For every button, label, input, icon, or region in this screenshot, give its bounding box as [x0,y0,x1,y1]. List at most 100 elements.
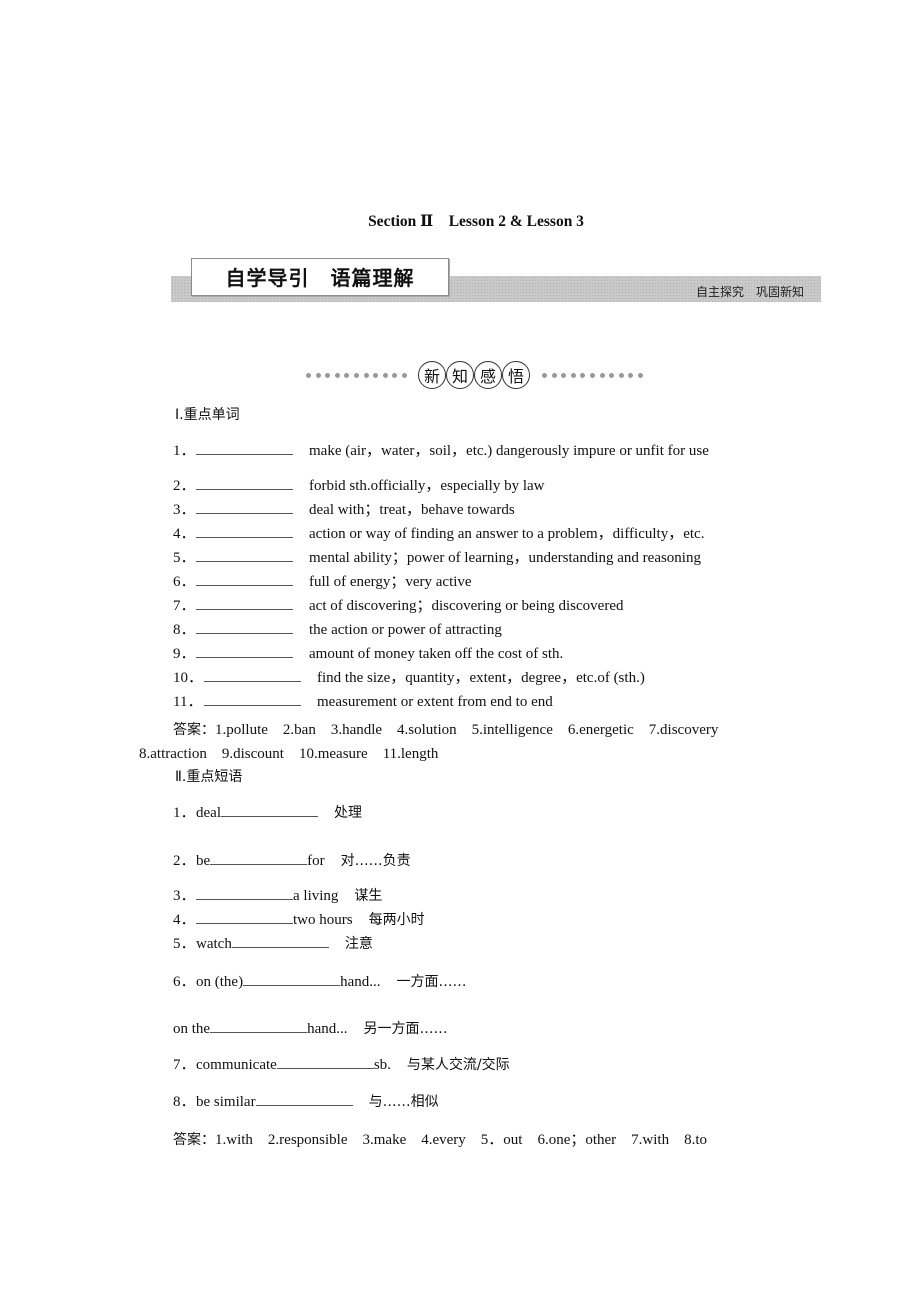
phrase-before: be similar [196,1094,256,1110]
answer-blank[interactable] [204,667,301,682]
item-number: 5． [173,550,196,566]
item-number: 5． [173,936,196,952]
answer-blank[interactable] [196,440,293,455]
item-number: 8． [173,622,196,638]
item-number: 7． [173,598,196,614]
item-number: 3． [173,502,196,518]
answer-text: 1.pollute 2.ban 3.handle 4.solution 5.in… [215,722,719,738]
answer-blank[interactable] [255,1091,353,1106]
phrase-meaning: 对……负责 [340,853,411,869]
phrase-meaning: 谋生 [354,888,383,904]
item-number: 10． [173,670,204,686]
item-number: 11． [173,694,203,710]
item-number: 1． [173,805,196,821]
item-number: 9． [173,646,196,662]
phrase-after: for [307,853,325,869]
item-number: 4． [173,526,196,542]
word-item: 1． make (air，water，soil，etc.) dangerously… [173,439,709,460]
word-definition: amount of money taken off the cost of st… [309,646,564,662]
phrase-before: on (the) [196,974,244,990]
item-number: 3． [173,888,196,904]
phrase-before: on the [173,1021,211,1037]
phrase-meaning: 与……相似 [368,1094,439,1110]
word-definition: act of discovering；discovering or being … [309,598,624,614]
badge-char: 悟 [502,361,530,389]
word-item: 5． mental ability；power of learning，under… [173,546,701,567]
word-definition: forbid sth.officially，especially by law [309,478,545,494]
item-number: 2． [173,853,196,869]
phrase-item: 3． a living 谋生 [173,884,382,905]
answer-blank[interactable] [210,1018,308,1033]
item-number: 8． [173,1094,196,1110]
phrase-item: 5．watch 注意 [173,932,373,953]
item-number: 1． [173,443,196,459]
answer-blank[interactable] [243,971,341,986]
answer-blank[interactable] [196,475,293,490]
phrase-after: hand... [307,1021,348,1037]
badge-char: 知 [446,361,474,389]
word-definition: make (air，water，soil，etc.) dangerously i… [309,443,709,459]
answer-blank[interactable] [276,1054,374,1069]
phrase-after: a living [293,888,339,904]
banner-title: 自学导引 语篇理解 [225,266,415,290]
word-definition: action or way of finding an answer to a … [309,526,705,542]
phrase-item: 7．communicate sb. 与某人交流/交际 [173,1053,510,1074]
answer-blank[interactable] [196,643,293,658]
section-heading-words: Ⅰ.重点单词 [175,407,240,423]
phrase-item: 4． two hours 每两小时 [173,908,425,929]
answer-blank[interactable] [196,619,293,634]
answer-blank[interactable] [204,691,301,706]
dotted-divider-left [306,373,412,379]
section-badge: 新 知 感 悟 [418,361,530,389]
phrase-meaning: 每两小时 [368,912,425,928]
answer-blank[interactable] [196,499,293,514]
phrase-before: be [196,853,211,869]
answer-phrases: 答案：1.with 2.responsible 3.make 4.every 5… [173,1128,707,1149]
word-item: 4． action or way of finding an answer to … [173,522,704,543]
answer-words-line2: 8.attraction 9.discount 10.measure 11.le… [139,746,439,762]
badge-char: 新 [418,361,446,389]
badge-char: 感 [474,361,502,389]
answer-blank[interactable] [210,850,308,865]
answer-blank[interactable] [196,547,293,562]
answer-label: 答案： [173,722,215,738]
page-title: Section Ⅱ Lesson 2 & Lesson 3 [368,213,584,230]
answer-blank[interactable] [220,802,318,817]
phrase-item: 6．on (the) hand... 一方面…… [173,970,467,991]
answer-blank[interactable] [196,571,293,586]
answer-text: 1.with 2.responsible 3.make 4.every 5．ou… [215,1132,708,1148]
item-number: 6． [173,574,196,590]
phrase-before: deal [196,805,221,821]
phrase-meaning: 另一方面…… [363,1021,448,1037]
word-definition: measurement or extent from end to end [317,694,553,710]
phrase-item: 1．deal 处理 [173,801,362,822]
item-number: 7． [173,1057,196,1073]
answer-blank[interactable] [196,909,293,924]
dotted-divider-right [542,373,648,379]
phrase-before: communicate [196,1057,277,1073]
answer-blank[interactable] [196,595,293,610]
phrase-item: on the hand... 另一方面…… [173,1018,448,1038]
word-item: 6． full of energy；very active [173,570,472,591]
phrase-item: 2．be for 对……负责 [173,849,411,870]
answer-label: 答案： [173,1132,215,1148]
phrase-item: 8．be similar 与……相似 [173,1090,439,1111]
word-item: 9． amount of money taken off the cost of … [173,642,563,663]
phrase-meaning: 与某人交流/交际 [406,1057,510,1073]
word-definition: the action or power of attracting [309,622,502,638]
answer-blank[interactable] [231,933,329,948]
word-item: 7． act of discovering；discovering or bein… [173,594,624,615]
banner-subtitle: 自主探究 巩固新知 [696,285,805,299]
word-item: 10． find the size，quantity，extent，degree，… [173,666,645,687]
answer-blank[interactable] [196,523,293,538]
word-item: 3． deal with；treat，behave towards [173,498,515,519]
answer-words-line1: 答案：1.pollute 2.ban 3.handle 4.solution 5… [173,718,718,739]
phrase-after: hand... [340,974,381,990]
answer-blank[interactable] [196,885,293,900]
item-number: 6． [173,974,196,990]
item-number: 2． [173,478,196,494]
phrase-meaning: 处理 [333,805,362,821]
item-number: 4． [173,912,196,928]
word-definition: full of energy；very active [309,574,472,590]
section-heading-phrases: Ⅱ.重点短语 [175,769,243,785]
